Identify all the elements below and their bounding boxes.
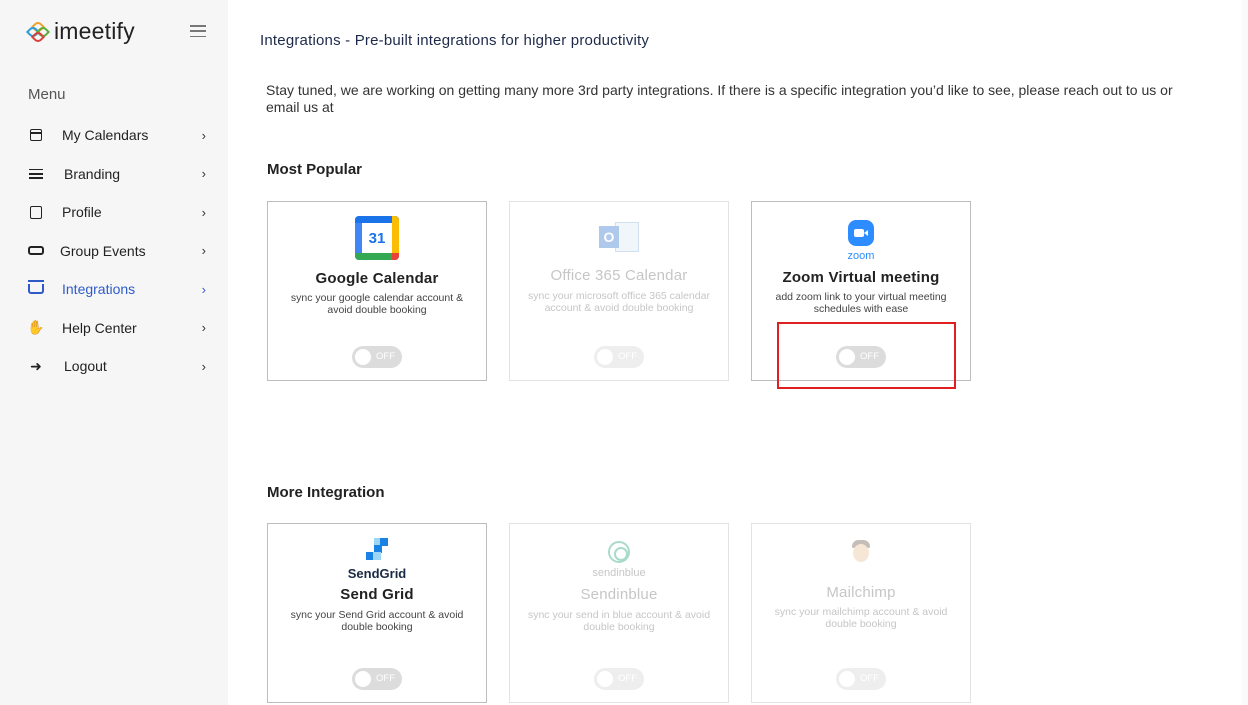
- google-calendar-icon: 31: [355, 216, 399, 260]
- sendinblue-toggle[interactable]: OFF: [594, 668, 644, 690]
- card-description: sync your Send Grid account & avoid doub…: [290, 609, 464, 633]
- profile-icon: [28, 204, 44, 220]
- toggle-knob: [839, 349, 855, 365]
- card-title: Office 365 Calendar: [550, 267, 688, 284]
- zoom-toggle[interactable]: OFF: [836, 346, 886, 368]
- integrations-note: Stay tuned, we are working on getting ma…: [266, 82, 1173, 115]
- sidebar-item-logout[interactable]: ➜ Logout ›: [28, 347, 218, 386]
- toggle-knob: [355, 671, 371, 687]
- section-title-more-integration: More Integration: [267, 484, 385, 501]
- integration-card-google-calendar: 31 Google Calendar sync your google cale…: [267, 201, 487, 381]
- main-content: Integrations - Pre-built integrations fo…: [228, 0, 1248, 705]
- toggle-label: OFF: [618, 673, 637, 684]
- sendinblue-wordmark: sendinblue: [592, 567, 646, 579]
- card-description: add zoom link to your virtual meeting sc…: [775, 291, 947, 315]
- chevron-right-icon: ›: [201, 320, 206, 336]
- group-events-icon: [28, 243, 44, 259]
- sidebar-item-label: Profile: [62, 204, 102, 221]
- card-title: Zoom Virtual meeting: [782, 269, 940, 286]
- sendgrid-wordmark: SendGrid: [347, 566, 407, 581]
- brand-name: imeetify: [54, 18, 135, 44]
- toggle-label: OFF: [376, 351, 395, 362]
- hand-icon: ✋: [27, 319, 45, 336]
- sidebar-item-label: Branding: [64, 165, 121, 182]
- sidebar-item-label: Integrations: [62, 281, 136, 298]
- sendgrid-icon: [366, 538, 388, 560]
- integration-card-sendinblue: sendinblue Sendinblue sync your send in …: [509, 523, 729, 703]
- card-description: sync your send in blue account & avoid d…: [527, 609, 711, 633]
- basket-icon: [28, 280, 44, 297]
- section-title-most-popular: Most Popular: [267, 161, 363, 178]
- sidebar-item-group-events[interactable]: Group Events ›: [28, 232, 218, 271]
- zoom-icon: [848, 220, 874, 246]
- imeetify-logo-icon: [25, 19, 51, 44]
- sidebar-item-integrations[interactable]: Integrations ›: [28, 270, 218, 309]
- card-description: sync your microsoft office 365 calendar …: [528, 290, 710, 314]
- scrollbar-track[interactable]: [1242, 0, 1248, 705]
- sidebar-item-label: My Calendars: [62, 127, 149, 144]
- chevron-right-icon: ›: [201, 358, 206, 374]
- toggle-knob: [597, 349, 613, 365]
- card-title: Sendinblue: [580, 586, 658, 603]
- sidebar-item-help-center[interactable]: ✋ Help Center ›: [27, 309, 218, 348]
- sidebar: imeetify Menu My Calendars › Branding › …: [0, 0, 228, 705]
- toggle-knob: [597, 671, 613, 687]
- toggle-knob: [839, 671, 855, 687]
- brand-logo[interactable]: imeetify: [25, 18, 135, 45]
- toggle-label: OFF: [618, 351, 637, 362]
- sliders-icon: [28, 166, 44, 182]
- toggle-label: OFF: [860, 351, 879, 362]
- card-title: Mailchimp: [826, 584, 896, 601]
- card-title: Send Grid: [340, 586, 414, 603]
- chevron-right-icon: ›: [201, 281, 206, 297]
- sidebar-item-label: Group Events: [60, 242, 146, 259]
- toggle-label: OFF: [376, 673, 395, 684]
- sidebar-item-label: Help Center: [62, 319, 137, 336]
- chevron-right-icon: ›: [201, 204, 206, 220]
- mailchimp-icon: [850, 540, 872, 566]
- toggle-knob: [355, 349, 371, 365]
- office-365-icon: O: [599, 220, 639, 256]
- chevron-right-icon: ›: [201, 127, 206, 143]
- office-365-toggle[interactable]: OFF: [594, 346, 644, 368]
- chevron-right-icon: ›: [201, 166, 206, 182]
- integration-card-office-365: O Office 365 Calendar sync your microsof…: [509, 201, 729, 381]
- card-description: sync your mailchimp account & avoid doub…: [774, 606, 948, 630]
- mailchimp-toggle[interactable]: OFF: [836, 668, 886, 690]
- card-description: sync your google calendar account & avoi…: [290, 292, 464, 316]
- sidebar-menu: My Calendars › Branding › Profile › Grou…: [27, 116, 218, 386]
- google-calendar-toggle[interactable]: OFF: [352, 346, 402, 368]
- sidebar-item-label: Logout: [64, 358, 107, 375]
- integration-card-sendgrid: SendGrid Send Grid sync your Send Grid a…: [267, 523, 487, 703]
- integration-card-zoom: zoom Zoom Virtual meeting add zoom link …: [751, 201, 971, 381]
- card-title: Google Calendar: [315, 270, 439, 287]
- logout-icon: ➜: [30, 357, 42, 374]
- integration-card-mailchimp: Mailchimp sync your mailchimp account & …: [751, 523, 971, 703]
- sidebar-item-profile[interactable]: Profile ›: [28, 193, 218, 232]
- hamburger-menu-icon[interactable]: [190, 25, 206, 37]
- sidebar-item-my-calendars[interactable]: My Calendars ›: [28, 116, 218, 155]
- page-title: Integrations - Pre-built integrations fo…: [260, 32, 650, 49]
- toggle-label: OFF: [860, 673, 879, 684]
- sidebar-item-branding[interactable]: Branding ›: [28, 155, 218, 194]
- menu-title: Menu: [28, 86, 66, 103]
- calendar-icon: [28, 127, 44, 143]
- chevron-right-icon: ›: [201, 243, 206, 259]
- zoom-wordmark: zoom: [847, 250, 875, 262]
- sendinblue-icon: [608, 541, 630, 563]
- sendgrid-toggle[interactable]: OFF: [352, 668, 402, 690]
